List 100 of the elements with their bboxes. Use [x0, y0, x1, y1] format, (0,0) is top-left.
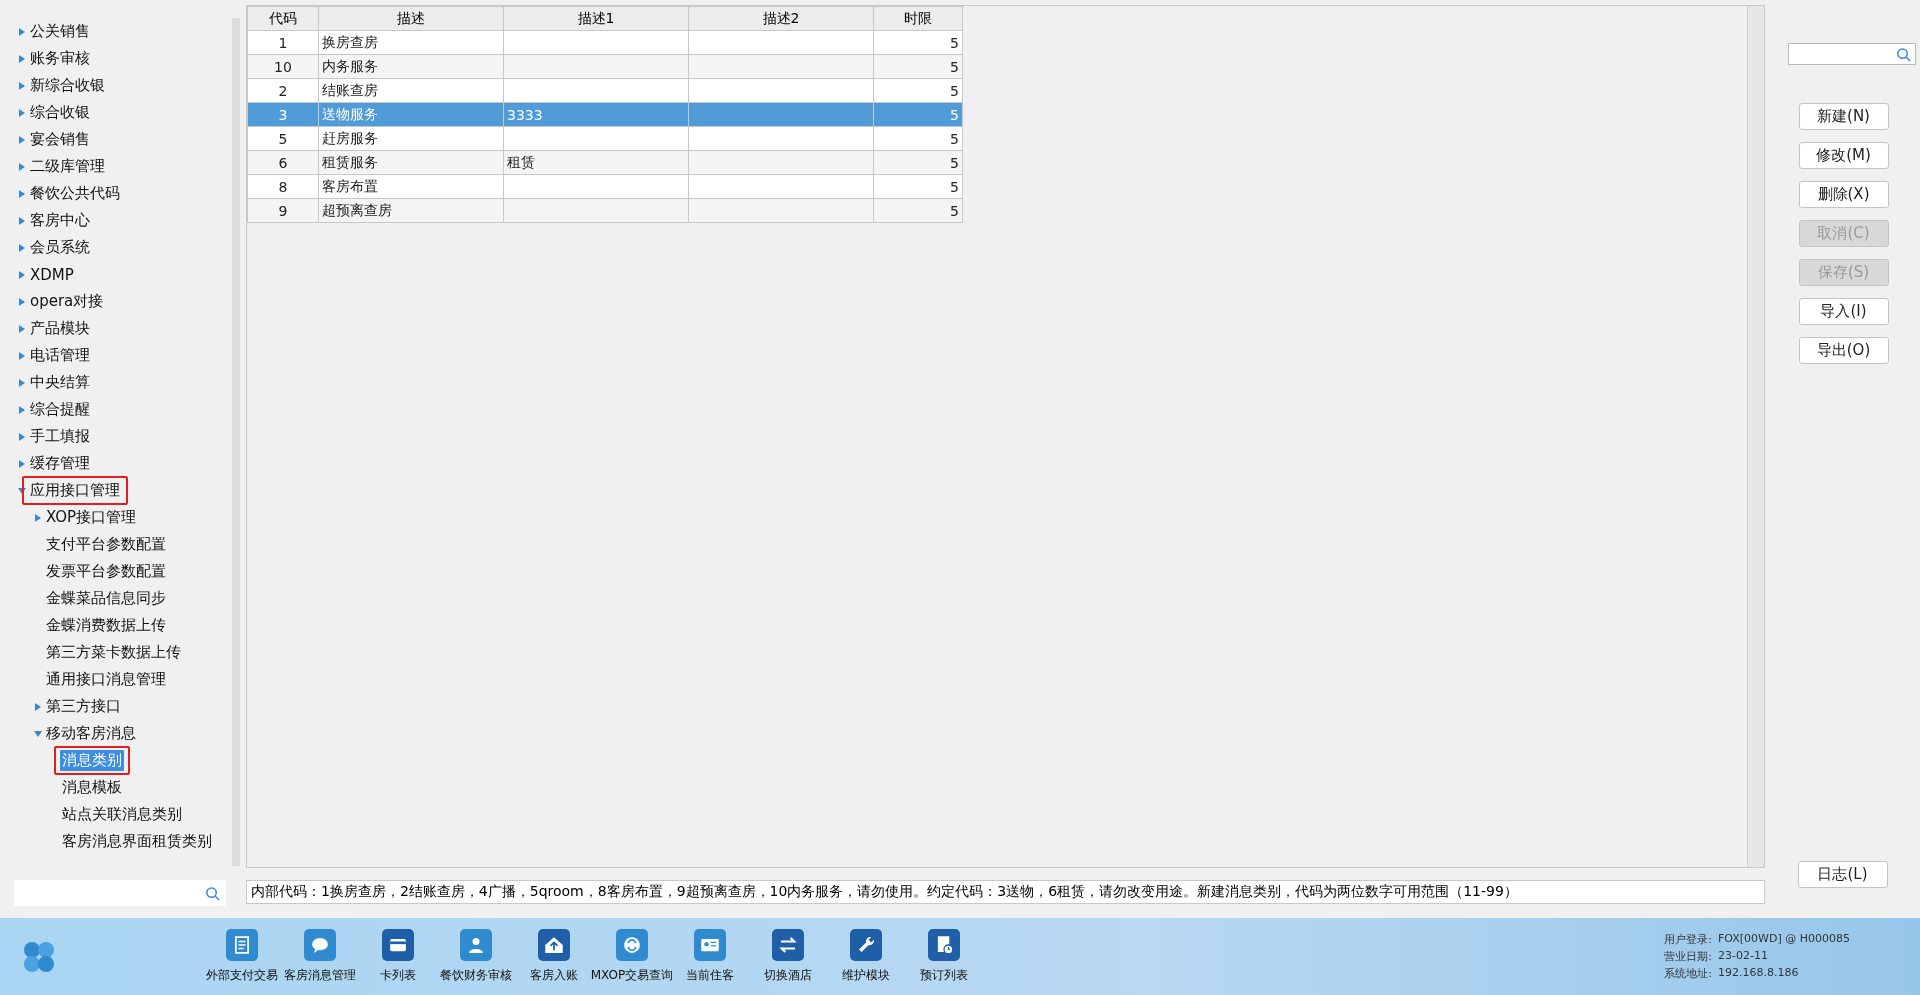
search-field[interactable]: [1787, 43, 1916, 65]
table-cell: 客房布置: [318, 174, 504, 199]
action-button[interactable]: 新建(N): [1798, 103, 1889, 130]
collapsed-arrow-icon[interactable]: [34, 513, 42, 522]
search-icon[interactable]: [1895, 46, 1911, 62]
tree-item[interactable]: 餐饮公共代码: [28, 183, 122, 204]
info-value: FOX[00WD] @ H000085: [1718, 932, 1850, 947]
table-cell: 3: [247, 102, 319, 127]
table-cell: 5: [247, 126, 319, 151]
action-button[interactable]: 修改(M): [1798, 142, 1889, 169]
tree-item[interactable]: 账务审核: [28, 48, 92, 69]
app-tile[interactable]: [850, 929, 882, 961]
tree-item[interactable]: 电话管理: [28, 345, 92, 366]
app-label[interactable]: 预订列表: [920, 967, 968, 984]
app-label[interactable]: 当前住客: [686, 967, 734, 984]
app-tile[interactable]: [226, 929, 258, 961]
collapsed-arrow-icon[interactable]: [18, 189, 26, 198]
collapsed-arrow-icon[interactable]: [18, 81, 26, 90]
table-cell: 内务服务: [318, 54, 504, 79]
tree-item[interactable]: 客房中心: [28, 210, 92, 231]
collapsed-arrow-icon[interactable]: [18, 54, 26, 63]
tree-item[interactable]: 发票平台参数配置: [44, 561, 168, 582]
tree-item[interactable]: 中央结算: [28, 372, 92, 393]
table-cell: 租赁: [503, 150, 689, 175]
scrollbar[interactable]: [1747, 6, 1764, 867]
collapsed-arrow-icon[interactable]: [18, 297, 26, 306]
action-button[interactable]: 导入(I): [1798, 298, 1889, 325]
app-tile[interactable]: [304, 929, 336, 961]
tree-item[interactable]: 站点关联消息类别: [60, 804, 184, 825]
collapsed-arrow-icon[interactable]: [18, 324, 26, 333]
app-tile[interactable]: [772, 929, 804, 961]
tree-item[interactable]: 移动客房消息: [44, 723, 138, 744]
collapsed-arrow-icon[interactable]: [18, 162, 26, 171]
tree-item[interactable]: 新综合收银: [28, 75, 107, 96]
app-label[interactable]: MXOP交易查询: [590, 967, 674, 984]
app-label[interactable]: 卡列表: [380, 967, 416, 984]
app-tile[interactable]: [538, 929, 570, 961]
tree-item[interactable]: 支付平台参数配置: [44, 534, 168, 555]
tree-item[interactable]: 综合收银: [28, 102, 92, 123]
info-label: 营业日期:: [1664, 949, 1712, 964]
column-header[interactable]: 时限: [873, 6, 963, 31]
tree-item[interactable]: 宴会销售: [28, 129, 92, 150]
column-header[interactable]: 描述: [318, 6, 504, 31]
column-header[interactable]: 代码: [247, 6, 319, 31]
tree-item[interactable]: 第三方接口: [44, 696, 123, 717]
log-button[interactable]: 日志(L): [1797, 861, 1888, 888]
collapsed-arrow-icon[interactable]: [18, 405, 26, 414]
app-tile[interactable]: [616, 929, 648, 961]
collapsed-arrow-icon[interactable]: [18, 135, 26, 144]
collapsed-arrow-icon[interactable]: [18, 243, 26, 252]
column-header[interactable]: 描述2: [688, 6, 874, 31]
info-label: 系统地址:: [1664, 966, 1712, 981]
app-tile[interactable]: [382, 929, 414, 961]
collapsed-arrow-icon[interactable]: [18, 459, 26, 468]
tree-item[interactable]: 手工填报: [28, 426, 92, 447]
search-field[interactable]: [14, 880, 226, 906]
action-button[interactable]: 导出(O): [1798, 337, 1889, 364]
app-label[interactable]: 客房消息管理: [284, 967, 356, 984]
collapsed-arrow-icon[interactable]: [34, 702, 42, 711]
tree-item[interactable]: opera对接: [28, 291, 106, 312]
collapsed-arrow-icon[interactable]: [18, 216, 26, 225]
tree-item[interactable]: XOP接口管理: [44, 507, 139, 528]
collapsed-arrow-icon[interactable]: [18, 27, 26, 36]
collapsed-arrow-icon[interactable]: [18, 351, 26, 360]
app-label[interactable]: 客房入账: [530, 967, 578, 984]
expanded-arrow-icon[interactable]: [34, 729, 42, 738]
collapsed-arrow-icon[interactable]: [18, 432, 26, 441]
tree-item[interactable]: 产品模块: [28, 318, 92, 339]
app-label[interactable]: 切换酒店: [764, 967, 812, 984]
tree-item[interactable]: 综合提醒: [28, 399, 92, 420]
app-label[interactable]: 餐饮财务审核: [440, 967, 512, 984]
table-cell: 5: [873, 174, 963, 199]
tree-item[interactable]: 通用接口消息管理: [44, 669, 168, 690]
table-cell: 5: [873, 102, 963, 127]
tree-item[interactable]: 客房消息界面租赁类别: [60, 831, 214, 852]
collapsed-arrow-icon[interactable]: [18, 270, 26, 279]
expanded-arrow-icon[interactable]: [18, 486, 26, 495]
table-cell: 超预离查房: [318, 198, 504, 223]
tree-item[interactable]: XDMP: [28, 264, 76, 285]
app-tile[interactable]: [694, 929, 726, 961]
tree-item[interactable]: 会员系统: [28, 237, 92, 258]
search-icon[interactable]: [205, 885, 220, 901]
collapsed-arrow-icon[interactable]: [18, 378, 26, 387]
tree-item[interactable]: 二级库管理: [28, 156, 107, 177]
tree-item[interactable]: 缓存管理: [28, 453, 92, 474]
tree-item[interactable]: 金蝶菜品信息同步: [44, 588, 168, 609]
info-value: 23-02-11: [1718, 949, 1769, 964]
column-header[interactable]: 描述1: [503, 6, 689, 31]
app-label[interactable]: 外部支付交易: [206, 967, 278, 984]
app-tile[interactable]: [460, 929, 492, 961]
tree-item[interactable]: 应用接口管理: [28, 480, 122, 501]
app-tile[interactable]: [928, 929, 960, 961]
app-label[interactable]: 维护模块: [842, 967, 890, 984]
tree-item[interactable]: 公关销售: [28, 21, 92, 42]
collapsed-arrow-icon[interactable]: [18, 108, 26, 117]
tree-item[interactable]: 第三方菜卡数据上传: [44, 642, 183, 663]
tree-item[interactable]: 消息模板: [60, 777, 124, 798]
action-button[interactable]: 删除(X): [1798, 181, 1889, 208]
tree-item[interactable]: 金蝶消费数据上传: [44, 615, 168, 636]
table-cell: 送物服务: [318, 102, 504, 127]
